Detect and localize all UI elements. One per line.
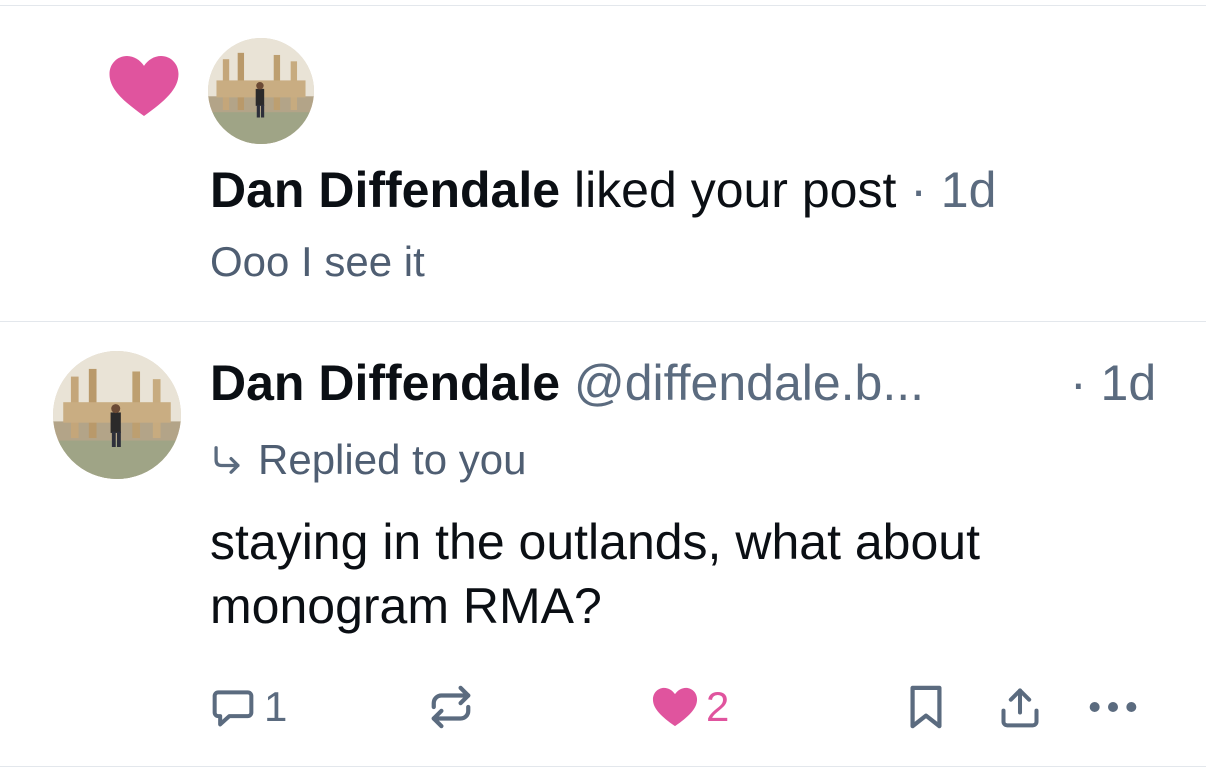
heart-icon xyxy=(109,56,179,116)
avatar[interactable] xyxy=(208,38,314,144)
heart-icon xyxy=(652,687,698,727)
like-count: 2 xyxy=(706,683,730,730)
notification-text: Dan Diffendale liked your post · 1d xyxy=(210,160,996,220)
post-preview[interactable]: Ooo I see it xyxy=(210,236,425,288)
post-text: staying in the outlands, what about mono… xyxy=(210,514,980,634)
avatar[interactable] xyxy=(53,351,181,479)
separator-dot: · xyxy=(896,162,941,218)
post-header: Dan Diffendale @diffendale.b... xyxy=(210,353,924,413)
more-options-button[interactable] xyxy=(1088,680,1138,734)
reply-context: Replied to you xyxy=(210,434,527,486)
divider xyxy=(0,321,1206,322)
speech-bubble-icon xyxy=(212,690,254,727)
top-divider xyxy=(0,5,1206,6)
notification-action: liked your post xyxy=(573,162,897,218)
reply-count: 1 xyxy=(264,683,288,730)
reply-arrow-icon xyxy=(214,446,240,474)
ellipsis-icon xyxy=(1089,702,1137,712)
bookmark-button[interactable] xyxy=(906,680,946,734)
bookmark-icon xyxy=(910,685,942,729)
notification-author[interactable]: Dan Diffendale xyxy=(210,162,560,218)
post-handle[interactable]: @diffendale.b... xyxy=(574,355,924,411)
post-time[interactable]: · 1d xyxy=(1070,353,1156,413)
share-icon xyxy=(1001,688,1039,728)
repost-icon xyxy=(431,685,471,729)
reply-context-label: Replied to you xyxy=(258,436,527,483)
like-button[interactable]: 2 xyxy=(652,680,729,734)
reply-button[interactable]: 1 xyxy=(210,680,287,734)
repost-button[interactable] xyxy=(428,680,474,734)
bottom-divider xyxy=(0,766,1206,767)
post-author[interactable]: Dan Diffendale xyxy=(210,355,560,411)
share-button[interactable] xyxy=(998,680,1042,734)
notification-time: 1d xyxy=(940,162,997,218)
